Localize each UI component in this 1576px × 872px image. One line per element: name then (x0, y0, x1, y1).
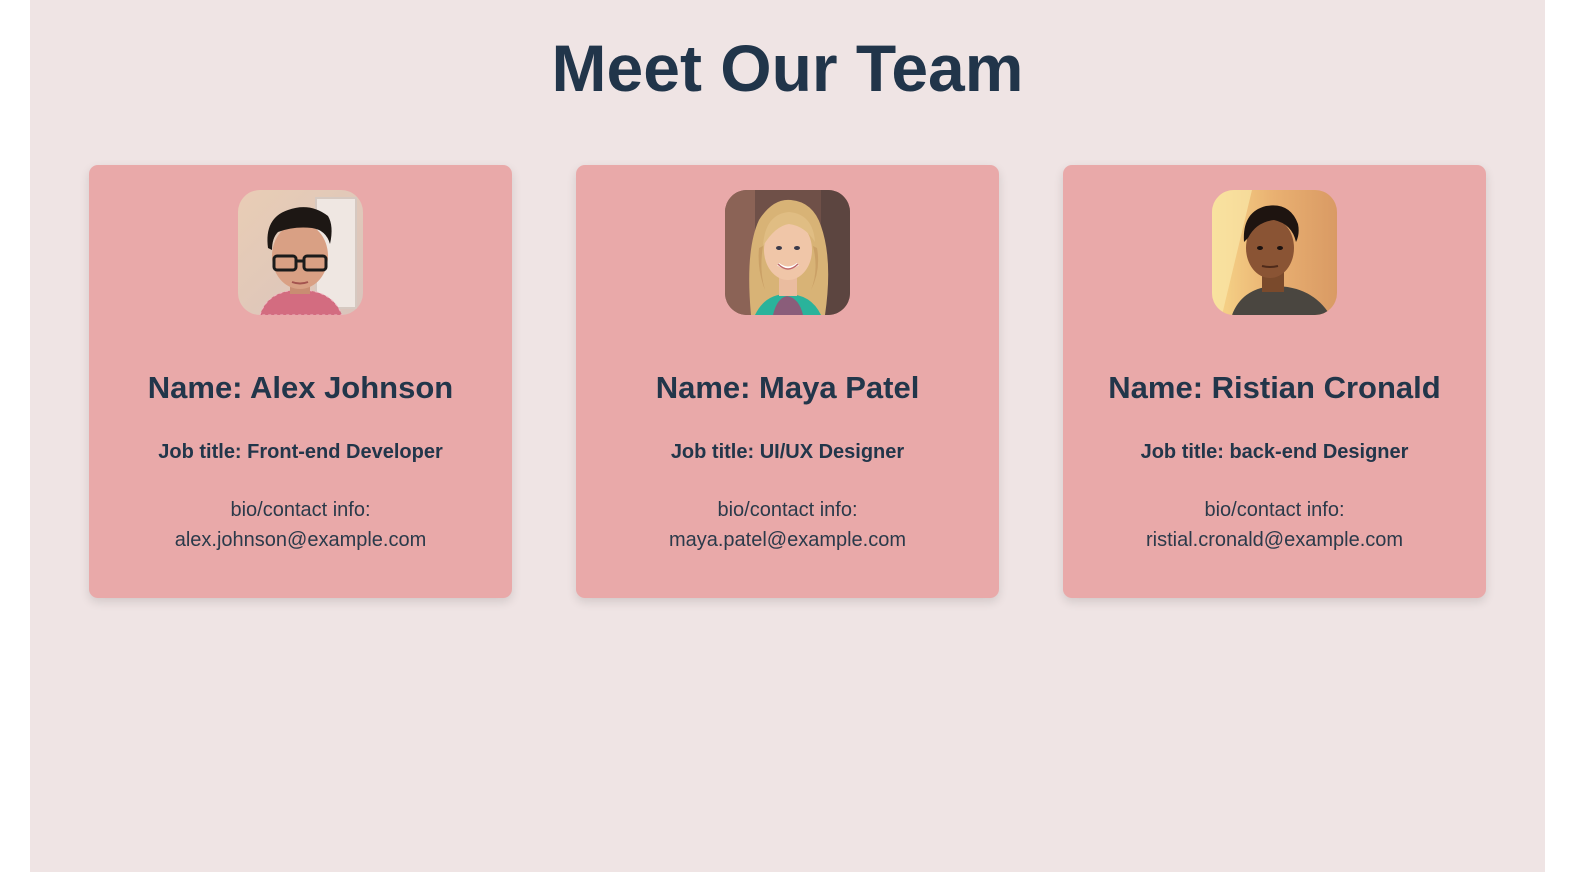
member-name: Name: Maya Patel (655, 370, 920, 405)
member-job-title: Job title: back-end Designer (1140, 441, 1409, 463)
bio-label: bio/contact info: (717, 499, 858, 521)
avatar-maya-patel (725, 190, 850, 315)
avatar-alex-johnson (238, 190, 363, 315)
member-email: ristial.cronald@example.com (1145, 529, 1404, 551)
blonde-woman-avatar (725, 190, 850, 315)
team-card-maya-patel: Name: Maya Patel Job title: UI/UX Design… (576, 165, 999, 598)
avatar-ristian-cronald (1212, 190, 1337, 315)
member-email: alex.johnson@example.com (174, 529, 427, 551)
team-page: Meet Our Team Name: Alex Johnson Job tit… (30, 0, 1545, 872)
bio-label: bio/contact info: (1204, 499, 1345, 521)
member-name: Name: Alex Johnson (147, 370, 454, 405)
page-title: Meet Our Team (551, 31, 1024, 105)
member-job-title: Job title: Front-end Developer (158, 441, 443, 463)
member-bio: bio/contact info: maya.patel@example.com (576, 495, 999, 555)
member-name: Name: Ristian Cronald (1108, 370, 1441, 405)
member-email: maya.patel@example.com (668, 529, 907, 551)
member-bio: bio/contact info: alex.johnson@example.c… (89, 495, 512, 555)
person-with-glasses-avatar (238, 190, 363, 315)
team-card-alex-johnson: Name: Alex Johnson Job title: Front-end … (89, 165, 512, 598)
member-job-title: Job title: UI/UX Designer (670, 441, 905, 463)
team-card-ristian-cronald: Name: Ristian Cronald Job title: back-en… (1063, 165, 1486, 598)
bio-label: bio/contact info: (230, 499, 371, 521)
member-bio: bio/contact info: ristial.cronald@exampl… (1063, 495, 1486, 555)
man-dark-hair-avatar (1212, 190, 1337, 315)
